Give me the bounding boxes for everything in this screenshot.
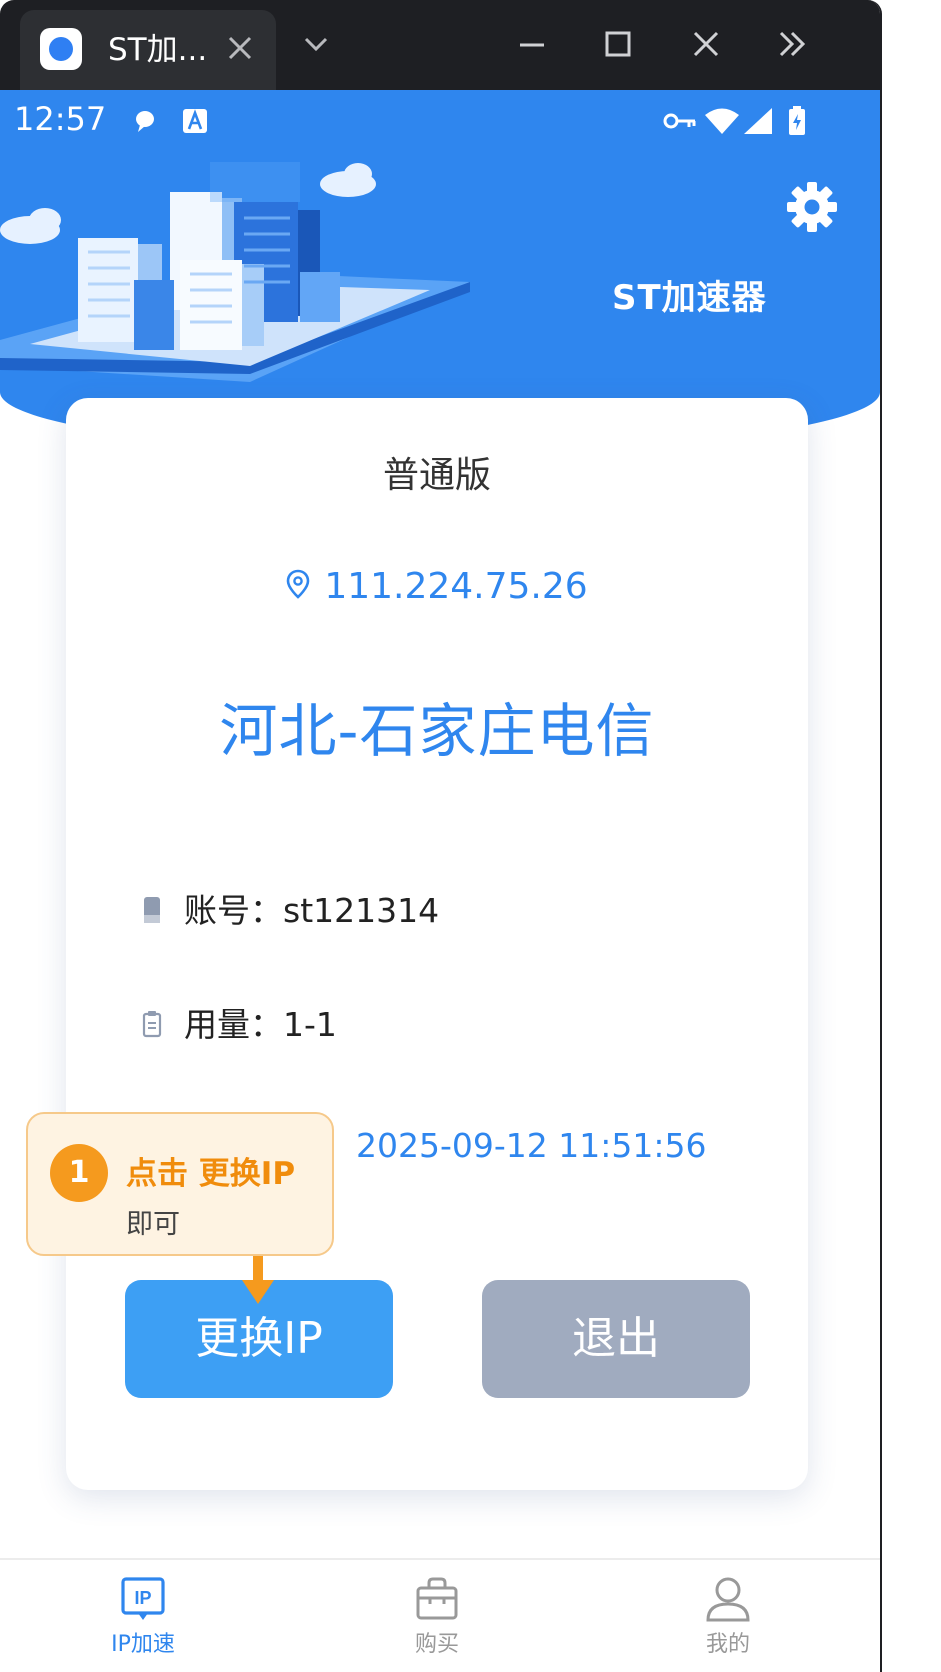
chat-bubble-icon <box>136 111 154 132</box>
usage-value: 1-1 <box>283 1005 337 1044</box>
city-illustration <box>0 162 470 382</box>
account-row: 账号：st121314 <box>142 884 440 930</box>
nav-label-buy: 购买 <box>414 1632 459 1657</box>
location-pin-icon <box>287 569 310 599</box>
ip-icon: IP <box>121 1577 165 1620</box>
usage-row: 用量：1-1 <box>142 998 337 1044</box>
nav-label-mine: 我的 <box>705 1632 750 1657</box>
plan-name: 普通版 <box>382 455 491 496</box>
nav-item-buy[interactable]: 购买 <box>362 1576 512 1658</box>
nav-item-ip-speed[interactable]: IP IP加速 <box>68 1576 218 1658</box>
browser-tab[interactable]: ST加... <box>20 10 276 90</box>
vpn-key-icon <box>663 113 696 129</box>
account-value: st121314 <box>283 891 440 930</box>
tooltip-title: 点击 更换IP <box>126 1156 296 1192</box>
font-a-icon <box>183 109 207 133</box>
app-title: ST加速器 <box>612 278 767 318</box>
nav-label-ip-speed: IP加速 <box>111 1632 175 1657</box>
user-icon <box>706 1577 750 1622</box>
tutorial-tooltip: 1 点击 更换IP 即可 <box>26 1112 334 1256</box>
account-card: 普通版 111.224.75.26 河北-石家庄电信 账号：st121314 用… <box>66 398 808 1490</box>
status-bar: 12:57 <box>0 90 880 152</box>
browser-tab-bar: ST加... <box>0 0 880 90</box>
minimize-icon[interactable] <box>512 24 552 64</box>
step-number-badge: 1 <box>50 1144 108 1202</box>
signal-icon <box>744 108 772 134</box>
ip-address: 111.224.75.26 <box>324 566 588 607</box>
ip-address-row: 111.224.75.26 <box>66 566 808 607</box>
status-time: 12:57 <box>14 100 107 138</box>
svg-text:IP: IP <box>134 1588 151 1608</box>
usage-label: 用量： <box>184 1005 283 1044</box>
clipboard-icon <box>142 1010 162 1037</box>
double-chevron-right-icon[interactable] <box>772 24 812 64</box>
account-label: 账号： <box>184 891 283 930</box>
settings-gear-icon[interactable] <box>785 180 839 234</box>
phone-icon <box>144 896 160 923</box>
wifi-icon <box>705 108 739 134</box>
region-name: 河北-石家庄电信 <box>219 697 655 765</box>
shopping-bag-icon <box>416 1577 458 1620</box>
bottom-nav: IP IP加速 购买 我的 <box>0 1558 880 1672</box>
tab-title: ST加... <box>108 32 208 68</box>
maximize-icon[interactable] <box>598 24 638 64</box>
battery-icon <box>789 106 805 135</box>
exit-button[interactable]: 退出 <box>482 1280 750 1398</box>
chevron-down-icon[interactable] <box>296 24 336 64</box>
app-window: ST加... 12:57 ST加速器 普通版 111.224.75.26 河北-… <box>0 0 882 1672</box>
arrow-down-icon <box>242 1256 274 1304</box>
app-logo-icon <box>40 28 82 70</box>
expire-time: 2025-09-12 11:51:56 <box>356 1126 707 1165</box>
close-icon[interactable] <box>220 28 260 68</box>
nav-item-mine[interactable]: 我的 <box>653 1576 803 1658</box>
window-close-icon[interactable] <box>686 24 726 64</box>
tooltip-subtitle: 即可 <box>126 1209 180 1240</box>
